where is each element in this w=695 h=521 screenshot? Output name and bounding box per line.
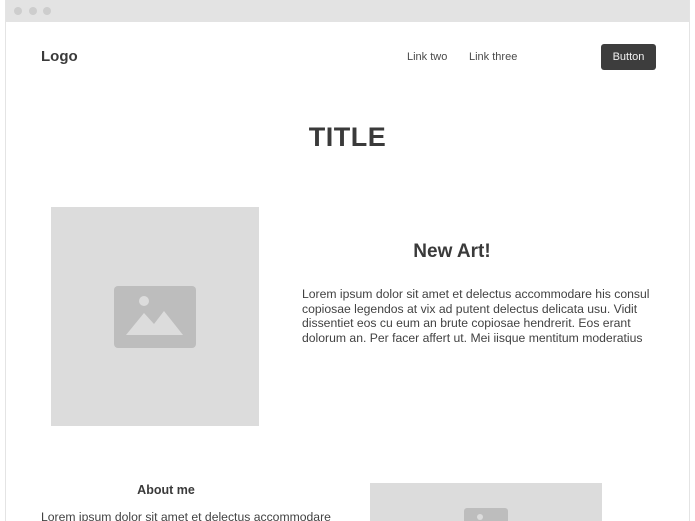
feature-text: Lorem ipsum dolor sit amet et delectus a… — [302, 287, 650, 345]
feature-heading: New Art! — [413, 241, 491, 262]
browser-window: Logo Link two Link three Button TITLE Ne… — [5, 0, 690, 521]
window-titlebar — [6, 0, 689, 22]
about-text: Lorem ipsum dolor sit amet et delectus a… — [41, 510, 331, 521]
nav-link-three[interactable]: Link three — [469, 51, 517, 63]
window-minimize-dot[interactable] — [29, 7, 37, 15]
page-title: TITLE — [308, 122, 387, 152]
about-heading: About me — [137, 483, 195, 497]
feature-image-placeholder — [51, 207, 259, 426]
image-icon — [114, 286, 196, 348]
about-image-placeholder — [370, 483, 602, 521]
logo[interactable]: Logo — [41, 48, 78, 65]
window-close-dot[interactable] — [14, 7, 22, 15]
nav-link-two[interactable]: Link two — [407, 51, 447, 63]
image-icon — [464, 508, 508, 521]
window-maximize-dot[interactable] — [43, 7, 51, 15]
header-button[interactable]: Button — [601, 44, 656, 70]
